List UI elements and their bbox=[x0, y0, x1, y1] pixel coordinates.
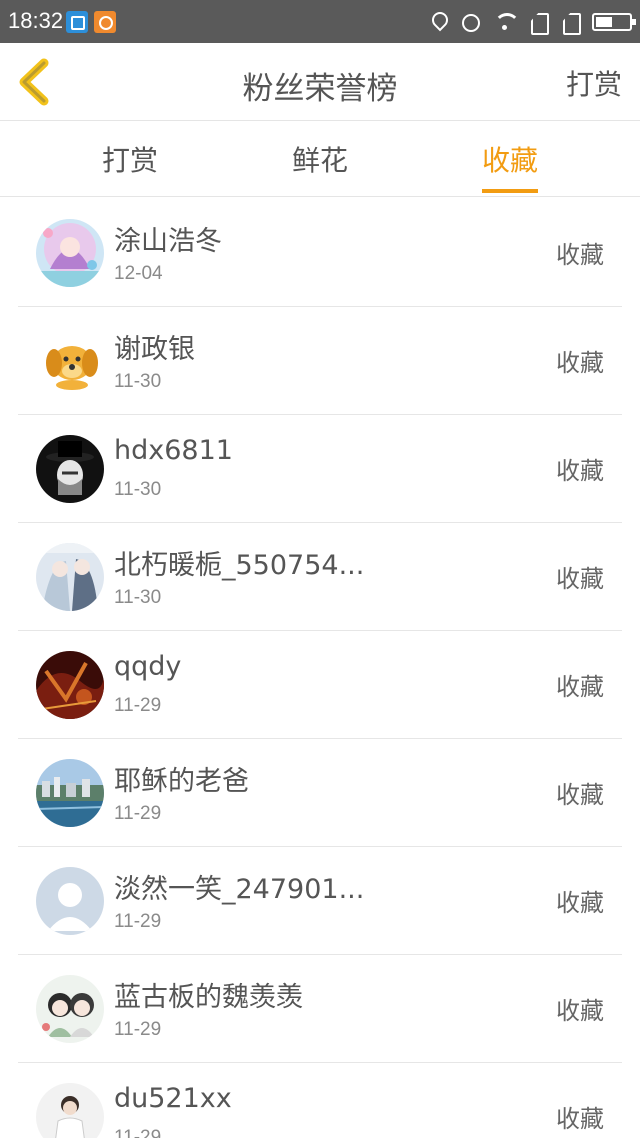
user-name: du521xx bbox=[114, 1083, 232, 1114]
row-action-label: 收藏 bbox=[556, 565, 604, 593]
battery-icon bbox=[592, 13, 636, 31]
list-item[interactable]: 淡然一笑_247901... 11-29 收藏 bbox=[18, 847, 622, 955]
status-bar: 18:32 bbox=[0, 0, 640, 43]
anime-girl-avatar bbox=[36, 219, 104, 287]
list-item[interactable]: qqdy 11-29 收藏 bbox=[18, 631, 622, 739]
row-action-label: 收藏 bbox=[556, 889, 604, 917]
notification-app-icon bbox=[94, 11, 116, 33]
user-date: 11-29 bbox=[114, 803, 162, 824]
reward-button[interactable]: 打赏 bbox=[566, 63, 622, 103]
list-item[interactable]: 北朽暖栀_550754... 11-30 收藏 bbox=[18, 523, 622, 631]
user-date: 11-29 bbox=[114, 1019, 162, 1040]
nav-bar: 粉丝荣誉榜 打赏 bbox=[0, 43, 640, 121]
tab-reward-label: 打赏 bbox=[101, 144, 158, 177]
hat-man-avatar bbox=[36, 435, 104, 503]
user-name: 北朽暖栀_550754... bbox=[114, 550, 365, 581]
tab-flowers[interactable]: 鲜花 bbox=[260, 121, 380, 197]
row-action-label: 收藏 bbox=[556, 1105, 604, 1133]
list-item[interactable]: 耶稣的老爸 11-29 收藏 bbox=[18, 739, 622, 847]
row-action-label: 收藏 bbox=[556, 673, 604, 701]
user-name: hdx6811 bbox=[114, 435, 233, 466]
user-date: 11-30 bbox=[114, 479, 162, 500]
row-action-label: 收藏 bbox=[556, 781, 604, 809]
tab-favorites-label: 收藏 bbox=[481, 139, 538, 193]
user-date: 11-29 bbox=[114, 911, 162, 932]
list-item[interactable]: du521xx 11-29 收藏 bbox=[18, 1063, 622, 1138]
status-icons bbox=[428, 10, 636, 34]
user-date: 11-30 bbox=[114, 371, 162, 392]
dark-red-avatar bbox=[36, 651, 104, 719]
tab-bar: 打赏 鲜花 收藏 bbox=[0, 121, 640, 197]
back-button[interactable] bbox=[14, 57, 58, 107]
tab-favorites[interactable]: 收藏 bbox=[450, 121, 570, 197]
boy-photo-avatar bbox=[36, 1083, 104, 1138]
user-name: 淡然一笑_247901... bbox=[114, 874, 365, 905]
tab-flowers-label: 鲜花 bbox=[291, 144, 348, 177]
wifi-icon bbox=[492, 11, 520, 33]
row-action-label: 收藏 bbox=[556, 457, 604, 485]
sim1-signal-icon bbox=[528, 11, 550, 33]
user-date: 11-29 bbox=[114, 695, 162, 716]
user-date: 12-04 bbox=[114, 263, 163, 284]
list-item[interactable]: hdx6811 11-30 收藏 bbox=[18, 415, 622, 523]
row-action-label: 收藏 bbox=[556, 997, 604, 1025]
user-name: qqdy bbox=[114, 651, 182, 682]
list-item[interactable]: 谢政银 11-30 收藏 bbox=[18, 307, 622, 415]
anime-couple-avatar bbox=[36, 543, 104, 611]
row-action-label: 收藏 bbox=[556, 241, 604, 269]
user-date: 11-30 bbox=[114, 587, 162, 608]
row-action-label: 收藏 bbox=[556, 349, 604, 377]
tab-reward[interactable]: 打赏 bbox=[70, 121, 190, 197]
alarm-icon bbox=[460, 11, 482, 33]
fan-list: 涂山浩冬 12-04 收藏 谢政银 11-30 收藏 hdx6811 11-30… bbox=[0, 199, 640, 1138]
sim2-signal-icon bbox=[560, 11, 582, 33]
list-item[interactable]: 蓝古板的魏羡羡 11-29 收藏 bbox=[18, 955, 622, 1063]
default-user-avatar bbox=[36, 867, 104, 935]
user-name: 蓝古板的魏羡羡 bbox=[114, 982, 303, 1013]
user-date: 11-29 bbox=[114, 1127, 162, 1138]
page-title: 粉丝荣誉榜 bbox=[242, 71, 398, 107]
status-time: 18:32 bbox=[8, 8, 64, 33]
chevron-left-icon bbox=[19, 58, 49, 106]
chibi-avatar bbox=[36, 975, 104, 1043]
city-avatar bbox=[36, 759, 104, 827]
location-icon bbox=[428, 11, 450, 33]
user-name: 谢政银 bbox=[114, 334, 195, 365]
user-name: 耶稣的老爸 bbox=[114, 766, 249, 797]
user-name: 涂山浩冬 bbox=[114, 226, 222, 257]
screenshot-app-icon bbox=[66, 11, 88, 33]
list-item[interactable]: 涂山浩冬 12-04 收藏 bbox=[18, 199, 622, 307]
dog-avatar bbox=[36, 327, 104, 395]
